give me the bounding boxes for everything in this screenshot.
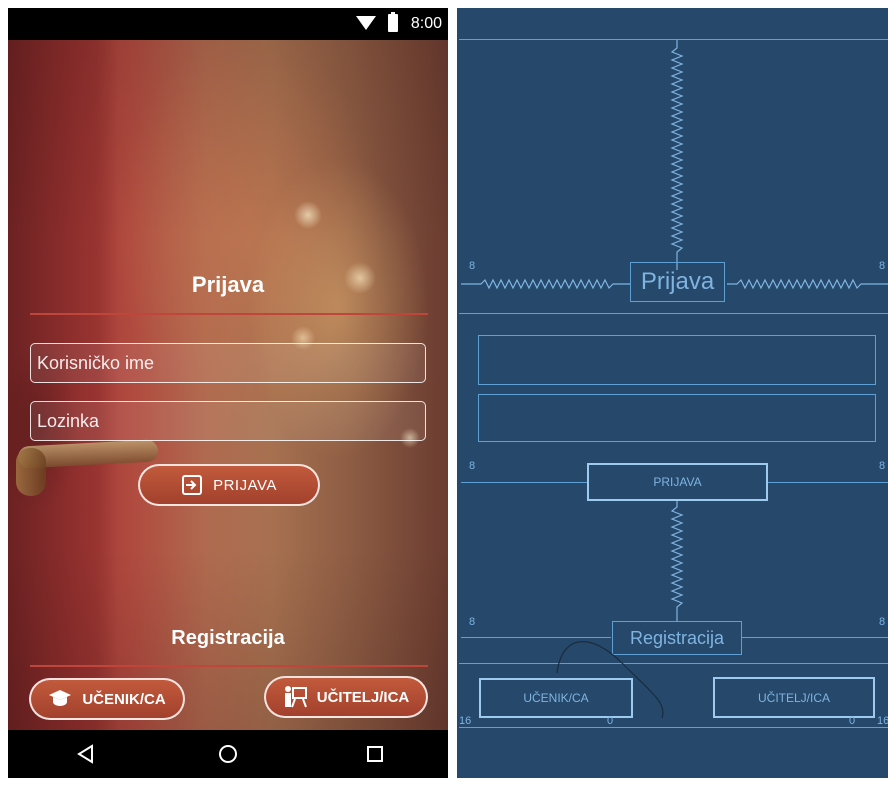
status-time: 8:00 [410,15,442,32]
blueprint-vertical-spring [670,40,684,270]
blueprint-bottom-margin-mid-left: 0 [607,715,614,727]
status-bar: 8:00 [8,8,448,40]
login-button[interactable]: PRIJAVA [138,464,320,506]
registration-divider [30,665,428,667]
username-input[interactable] [30,343,426,383]
blueprint-divider-1 [459,313,888,314]
recents-button[interactable] [345,730,405,778]
login-icon [181,474,203,496]
login-button-label: PRIJAVA [213,476,277,494]
blueprint-btn-left-guide [461,482,587,483]
login-title: Prijava [191,272,265,297]
navigation-bar [8,730,448,778]
blueprint-teacher-button: UČITELJ/ICA [713,677,875,718]
blueprint-reg-right-guide [742,637,888,638]
teacher-register-button[interactable]: UČITELJ/ICA [264,676,428,718]
registration-title: Registracija [171,627,285,649]
background-overlay [8,8,448,778]
password-input[interactable] [30,401,426,441]
student-register-button[interactable]: UČENIK/CA [29,678,185,720]
blueprint-title-right-spring [727,278,888,290]
blueprint-title-left-spring [461,278,631,290]
recents-square-icon [367,746,383,762]
blueprint-login-button: PRIJAVA [587,463,768,501]
blueprint-btn-margin-left: 8 [469,460,476,472]
blueprint-student-button: UČENIK/CA [479,678,633,718]
blueprint-lower-spring [670,501,684,621]
blueprint-divider-2 [459,663,888,664]
back-button[interactable] [56,730,116,778]
blueprint-btn-margin-right: 8 [879,460,886,472]
teacher-icon [283,685,307,709]
blueprint-reg-margin-right: 8 [879,616,886,628]
home-button[interactable] [198,730,258,778]
blueprint-password-box [478,394,876,442]
blueprint-bottom-margin-left: 16 [459,715,472,727]
wifi-icon [356,16,376,30]
phone-preview: 8:00 Prijava PRIJAVA Registracija UČENIK… [8,8,448,778]
blueprint-bottom-margin-right: 16 [877,715,888,727]
blueprint-reg-margin-left: 8 [469,616,476,628]
blueprint-panel: 8 8 Prijava 8 8 PRIJAVA 8 8 Registracija… [457,8,888,778]
home-circle-icon [219,745,237,763]
student-button-label: UČENIK/CA [82,690,166,708]
battery-icon [388,12,398,32]
blueprint-username-box [478,335,876,385]
teacher-button-label: UČITELJ/ICA [316,688,410,706]
blueprint-title-box: Prijava [630,262,725,302]
blueprint-bottom-margin-mid-right: 0 [849,715,856,727]
blueprint-margin-left: 8 [469,260,476,272]
graduation-cap-icon [48,689,72,709]
login-divider [30,313,428,315]
blueprint-bottom-guide [459,727,888,728]
blueprint-btn-right-guide [768,482,888,483]
back-triangle-icon [77,744,93,764]
blueprint-margin-right: 8 [879,260,886,272]
